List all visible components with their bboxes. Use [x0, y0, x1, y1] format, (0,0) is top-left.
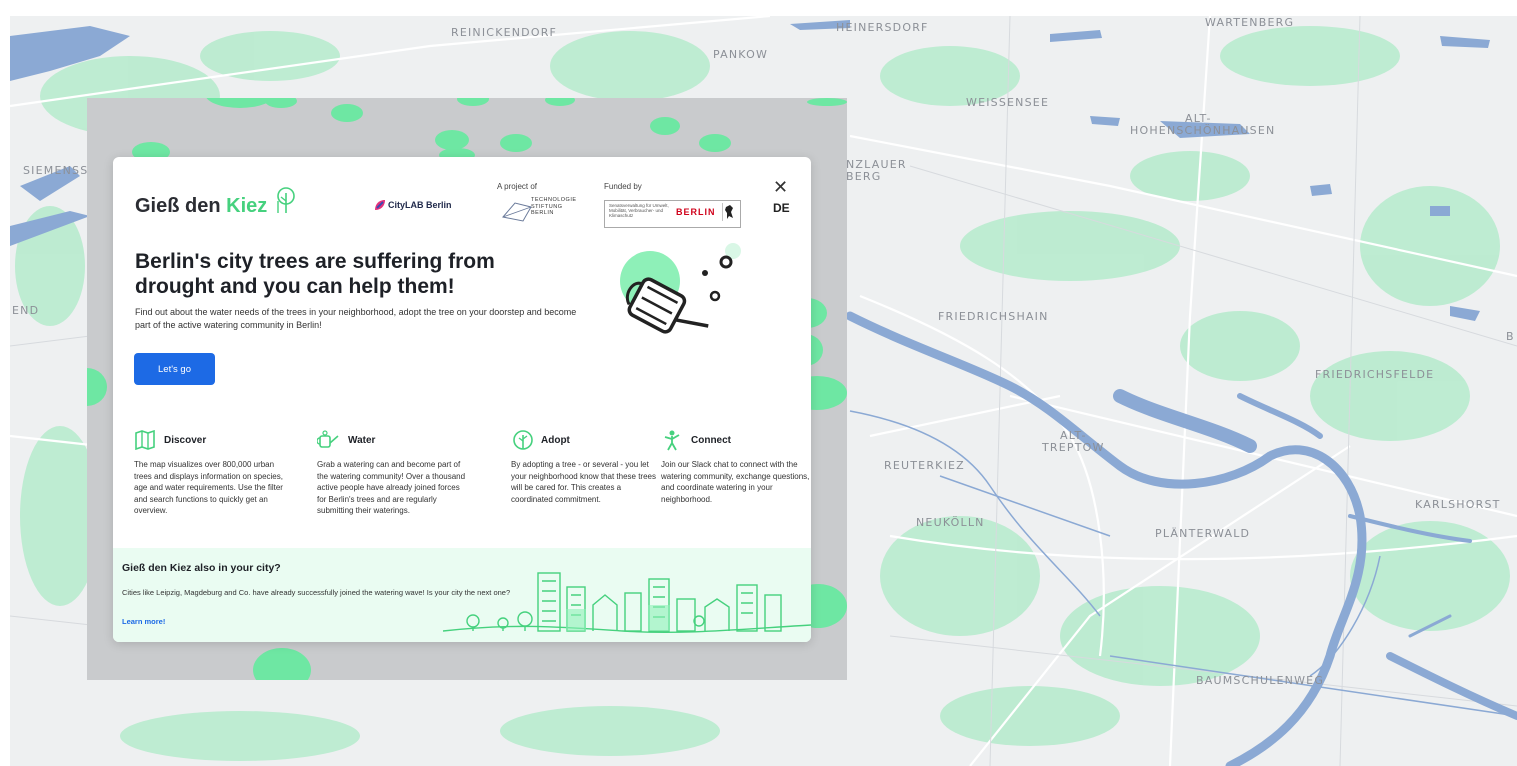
close-icon[interactable]: ✕ [773, 177, 788, 198]
decorative-dot [87, 368, 107, 406]
district-label: HEINERSDORF [836, 21, 929, 34]
district-label: B [1506, 330, 1515, 343]
berlin-wordmark: BERLIN [676, 207, 716, 217]
district-label: KARLSHORST [1415, 498, 1501, 511]
feature-text: By adopting a tree - or several - you le… [511, 460, 656, 504]
district-label: TREPTOW [1042, 441, 1105, 454]
funded-by-label: Funded by [604, 182, 642, 191]
district-label: REINICKENDORF [451, 26, 558, 39]
app-title-part1: Gieß den [135, 195, 227, 217]
district-label: END [12, 304, 40, 317]
district-label: FRIEDRICHSFELDE [1315, 368, 1435, 381]
feature-title: Adopt [541, 435, 570, 446]
decorative-dot [457, 98, 489, 106]
district-label: HOHENSCHÖNHAUSEN [1130, 124, 1276, 137]
lets-go-button[interactable]: Let's go [134, 353, 215, 385]
language-switch[interactable]: DE [773, 201, 790, 215]
district-label: REUTERKIEZ [884, 459, 965, 472]
decorative-dot [253, 648, 311, 680]
decorative-dot [545, 98, 575, 106]
tree-logo-icon [277, 187, 295, 213]
district-label: PLÄNTERWALD [1155, 527, 1251, 540]
district-label: FRIEDRICHSHAIN [938, 310, 1049, 323]
watering-can-icon [317, 430, 339, 448]
berlin-senate-text: Senatsverwaltung für Umwelt, Mobilität, … [609, 203, 669, 218]
feature-title: Connect [691, 435, 731, 446]
intro-text: Find out about the water needs of the tr… [135, 307, 577, 330]
headline: Berlin's city trees are suffering from d… [135, 250, 495, 298]
citylab-logo-text: CityLAB Berlin [388, 200, 452, 210]
decorative-dot [500, 134, 532, 152]
berlin-bear-icon [722, 203, 733, 221]
decorative-dot [331, 104, 363, 122]
person-icon [664, 430, 680, 451]
citylab-logo-icon [375, 200, 385, 210]
decorative-dot [807, 98, 847, 106]
tree-adopt-icon [513, 430, 533, 450]
district-label: WEISSENSEE [966, 96, 1050, 109]
feature-title: Water [348, 435, 376, 446]
app-title-part2: Kiez [226, 195, 268, 217]
decorative-dot [435, 130, 469, 150]
decorative-dot [699, 134, 731, 152]
app-logo: Gieß den Kiez [135, 195, 267, 218]
district-label: PANKOW [713, 48, 769, 61]
feature-text: Join our Slack chat to connect with the … [661, 460, 810, 504]
map-icon [135, 430, 155, 450]
welcome-modal: Gieß den Kiez CityLAB Berlin A project o… [113, 157, 811, 642]
district-label: SIEMENSS [23, 164, 89, 177]
banner-title: Gieß den Kiez also in your city? [122, 562, 281, 574]
feature-title: Discover [164, 435, 207, 446]
decorative-dot [265, 98, 297, 108]
technologiestiftung-logo-text: TECHNOLOGIE STIFTUNG BERLIN [531, 197, 577, 216]
district-label: BERG [846, 170, 882, 183]
learn-more-link[interactable]: Learn more! [122, 617, 165, 626]
district-label: NEUKÖLLN [916, 516, 985, 529]
city-skyline-illustration-icon [443, 572, 811, 634]
feature-text: Grab a watering can and become part of t… [317, 460, 466, 515]
project-of-label: A project of [497, 182, 538, 191]
district-label: WARTENBERG [1205, 16, 1295, 29]
watering-can-illustration-icon [620, 243, 741, 334]
feature-text: The map visualizes over 800,000 urban tr… [134, 460, 283, 515]
decorative-dot [650, 117, 680, 135]
district-label: BAUMSCHULENWEG [1196, 674, 1325, 687]
